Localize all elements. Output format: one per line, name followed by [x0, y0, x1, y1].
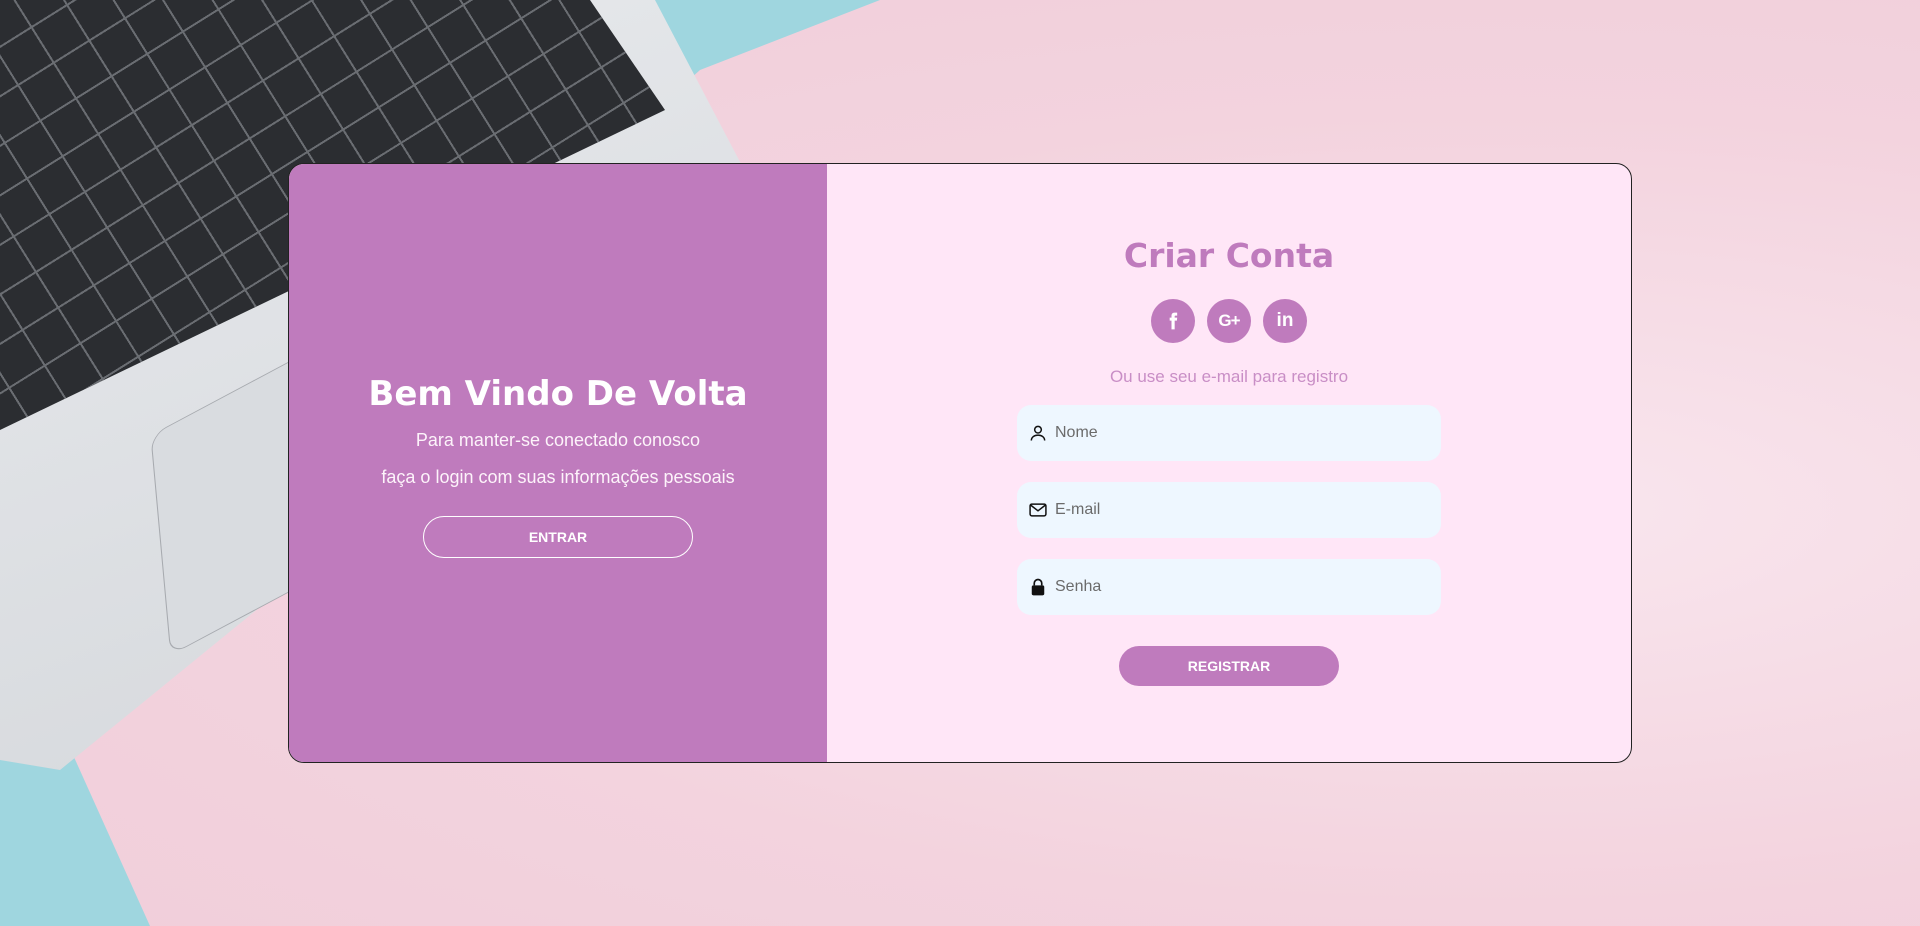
name-input[interactable] — [1055, 424, 1441, 442]
register-panel: Criar Conta G+ in Ou use seu e-mail para… — [827, 164, 1631, 762]
google-plus-glyph: G+ — [1218, 311, 1240, 330]
envelope-icon — [1027, 499, 1049, 521]
password-field — [1017, 559, 1441, 615]
register-title: Criar Conta — [1123, 236, 1335, 275]
signin-button[interactable]: ENTRAR — [423, 516, 693, 558]
password-input[interactable] — [1055, 578, 1441, 596]
welcome-text-line-1: Para manter-se conectado conosco — [415, 430, 701, 450]
user-icon — [1027, 422, 1049, 444]
name-field — [1017, 405, 1441, 461]
facebook-icon[interactable] — [1151, 299, 1195, 343]
register-hint: Ou use seu e-mail para registro — [1109, 367, 1349, 386]
email-field — [1017, 482, 1441, 538]
welcome-title: Bem Vindo De Volta — [368, 374, 748, 414]
welcome-text-line-2: faça o login com suas informações pessoa… — [381, 467, 735, 487]
linkedin-glyph: in — [1276, 310, 1294, 331]
google-plus-icon[interactable]: G+ — [1207, 299, 1251, 343]
email-input[interactable] — [1055, 501, 1441, 519]
social-login-group: G+ in — [1151, 299, 1307, 343]
lock-icon — [1027, 576, 1049, 598]
register-button[interactable]: REGISTRAR — [1119, 646, 1339, 686]
linkedin-icon[interactable]: in — [1263, 299, 1307, 343]
welcome-panel: Bem Vindo De Volta Para manter-se conect… — [289, 164, 827, 762]
auth-card: Bem Vindo De Volta Para manter-se conect… — [288, 163, 1632, 763]
